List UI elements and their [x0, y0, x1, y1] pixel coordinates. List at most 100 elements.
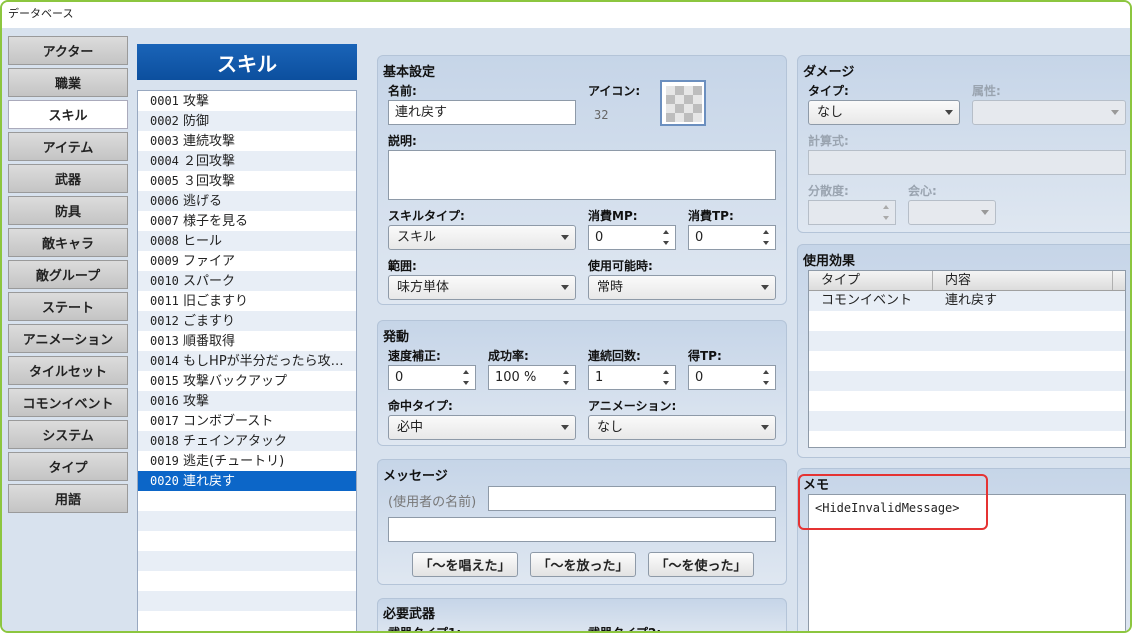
spin-up-icon[interactable]: [763, 370, 769, 374]
damage-type-select[interactable]: なし: [808, 100, 960, 125]
cast-button[interactable]: 「～を唱えた」: [412, 552, 518, 577]
list-item[interactable]: 0009 ファイア: [138, 251, 356, 271]
empty-icon: [666, 86, 702, 122]
tab-item[interactable]: タイルセット: [8, 356, 128, 385]
list-item[interactable]: 0016 攻撃: [138, 391, 356, 411]
list-item-empty[interactable]: [138, 531, 356, 551]
list-item[interactable]: 0013 順番取得: [138, 331, 356, 351]
table-row[interactable]: [809, 371, 1125, 391]
spin-down-icon[interactable]: [663, 241, 669, 245]
tab-item[interactable]: アイテム: [8, 132, 128, 161]
list-item-empty[interactable]: [138, 591, 356, 611]
repeat-stepper[interactable]: 1: [588, 365, 676, 390]
tab-item[interactable]: コモンイベント: [8, 388, 128, 417]
do-button[interactable]: 「～を放った」: [530, 552, 636, 577]
list-item-empty[interactable]: [138, 571, 356, 591]
tab-item[interactable]: 武器: [8, 164, 128, 193]
list-item[interactable]: 0006 逃げる: [138, 191, 356, 211]
spin-down-icon[interactable]: [663, 381, 669, 385]
occasion-select[interactable]: 常時: [588, 275, 776, 300]
spin-up-icon[interactable]: [563, 370, 569, 374]
name-input[interactable]: 連れ戻す: [388, 100, 576, 125]
tab-item[interactable]: タイプ: [8, 452, 128, 481]
list-item-empty[interactable]: [138, 511, 356, 531]
list-item[interactable]: 0005 ３回攻撃: [138, 171, 356, 191]
list-item[interactable]: 0018 チェインアタック: [138, 431, 356, 451]
message-line1-input[interactable]: [488, 486, 776, 511]
animation-select[interactable]: なし: [588, 415, 776, 440]
tab-item[interactable]: アクター: [8, 36, 128, 65]
list-item[interactable]: 0007 様子を見る: [138, 211, 356, 231]
tab-item[interactable]: スキル: [8, 100, 128, 129]
tab-item[interactable]: 用語: [8, 484, 128, 513]
tab-item[interactable]: 敵キャラ: [8, 228, 128, 257]
list-item[interactable]: 0015 攻撃バックアップ: [138, 371, 356, 391]
use-button[interactable]: 「～を使った」: [648, 552, 754, 577]
tp-cost-stepper[interactable]: 0: [688, 225, 776, 250]
chevron-down-icon: [561, 285, 569, 290]
list-item-name: 連続攻撃: [183, 134, 236, 149]
chevron-down-icon: [561, 425, 569, 430]
spin-down-icon[interactable]: [563, 381, 569, 385]
tp-gain-stepper[interactable]: 0: [688, 365, 776, 390]
formula-input[interactable]: [808, 150, 1126, 175]
tab-item[interactable]: 防具: [8, 196, 128, 225]
message-line2-input[interactable]: [388, 517, 776, 542]
tab-item[interactable]: システム: [8, 420, 128, 449]
list-item-empty[interactable]: [138, 491, 356, 511]
skill-list[interactable]: 0001 攻撃 0002 防御 0003 連続攻撃 0004 ２回攻撃 0005 ３回攻…: [137, 90, 357, 631]
variance-stepper[interactable]: [808, 200, 896, 225]
scope-select[interactable]: 味方単体: [388, 275, 576, 300]
list-item[interactable]: 0017 コンボブースト: [138, 411, 356, 431]
spin-down-icon[interactable]: [463, 381, 469, 385]
mp-cost-stepper[interactable]: 0: [588, 225, 676, 250]
spin-up-icon[interactable]: [463, 370, 469, 374]
table-row[interactable]: [809, 311, 1125, 331]
spin-up-icon[interactable]: [763, 230, 769, 234]
col-type[interactable]: タイプ: [809, 271, 933, 290]
list-item[interactable]: 0014 もしHPが半分だったら攻…: [138, 351, 356, 371]
table-row[interactable]: [809, 331, 1125, 351]
spin-up-icon[interactable]: [663, 230, 669, 234]
list-item[interactable]: 0012 ごますり: [138, 311, 356, 331]
spin-down-icon[interactable]: [883, 216, 889, 220]
success-label: 成功率:: [488, 349, 529, 363]
spin-down-icon[interactable]: [763, 381, 769, 385]
list-item-empty[interactable]: [138, 611, 356, 631]
tab-item[interactable]: 敵グループ: [8, 260, 128, 289]
list-item[interactable]: 0011 旧ごますり: [138, 291, 356, 311]
list-item[interactable]: 0020 連れ戻す: [138, 471, 356, 491]
list-item[interactable]: 0019 逃走(チュートリ): [138, 451, 356, 471]
spin-up-icon[interactable]: [883, 205, 889, 209]
tab-item[interactable]: 職業: [8, 68, 128, 97]
table-row[interactable]: コモンイベント 連れ戻す: [809, 291, 1125, 311]
description-input[interactable]: [388, 150, 776, 200]
effects-table[interactable]: タイプ 内容 コモンイベント 連れ戻す: [808, 270, 1126, 448]
table-row[interactable]: [809, 431, 1125, 447]
element-select[interactable]: [972, 100, 1126, 125]
speed-stepper[interactable]: 0: [388, 365, 476, 390]
table-row[interactable]: [809, 351, 1125, 371]
list-item[interactable]: 0010 スパーク: [138, 271, 356, 291]
list-item-name: ２回攻撃: [183, 154, 236, 169]
skill-type-select[interactable]: スキル: [388, 225, 576, 250]
list-item[interactable]: 0001 攻撃: [138, 91, 356, 111]
hit-type-select[interactable]: 必中: [388, 415, 576, 440]
tab-item[interactable]: アニメーション: [8, 324, 128, 353]
col-content[interactable]: 内容: [933, 271, 1113, 290]
tab-item[interactable]: ステート: [8, 292, 128, 321]
list-item[interactable]: 0002 防御: [138, 111, 356, 131]
list-item[interactable]: 0004 ２回攻撃: [138, 151, 356, 171]
table-row[interactable]: [809, 411, 1125, 431]
critical-select[interactable]: [908, 200, 996, 225]
success-stepper[interactable]: 100 %: [488, 365, 576, 390]
icon-picker[interactable]: [660, 80, 706, 126]
table-row[interactable]: [809, 391, 1125, 411]
spin-up-icon[interactable]: [663, 370, 669, 374]
list-item-empty[interactable]: [138, 551, 356, 571]
list-header: スキル: [137, 44, 357, 80]
chevron-down-icon: [561, 235, 569, 240]
list-item[interactable]: 0008 ヒール: [138, 231, 356, 251]
list-item[interactable]: 0003 連続攻撃: [138, 131, 356, 151]
spin-down-icon[interactable]: [763, 241, 769, 245]
